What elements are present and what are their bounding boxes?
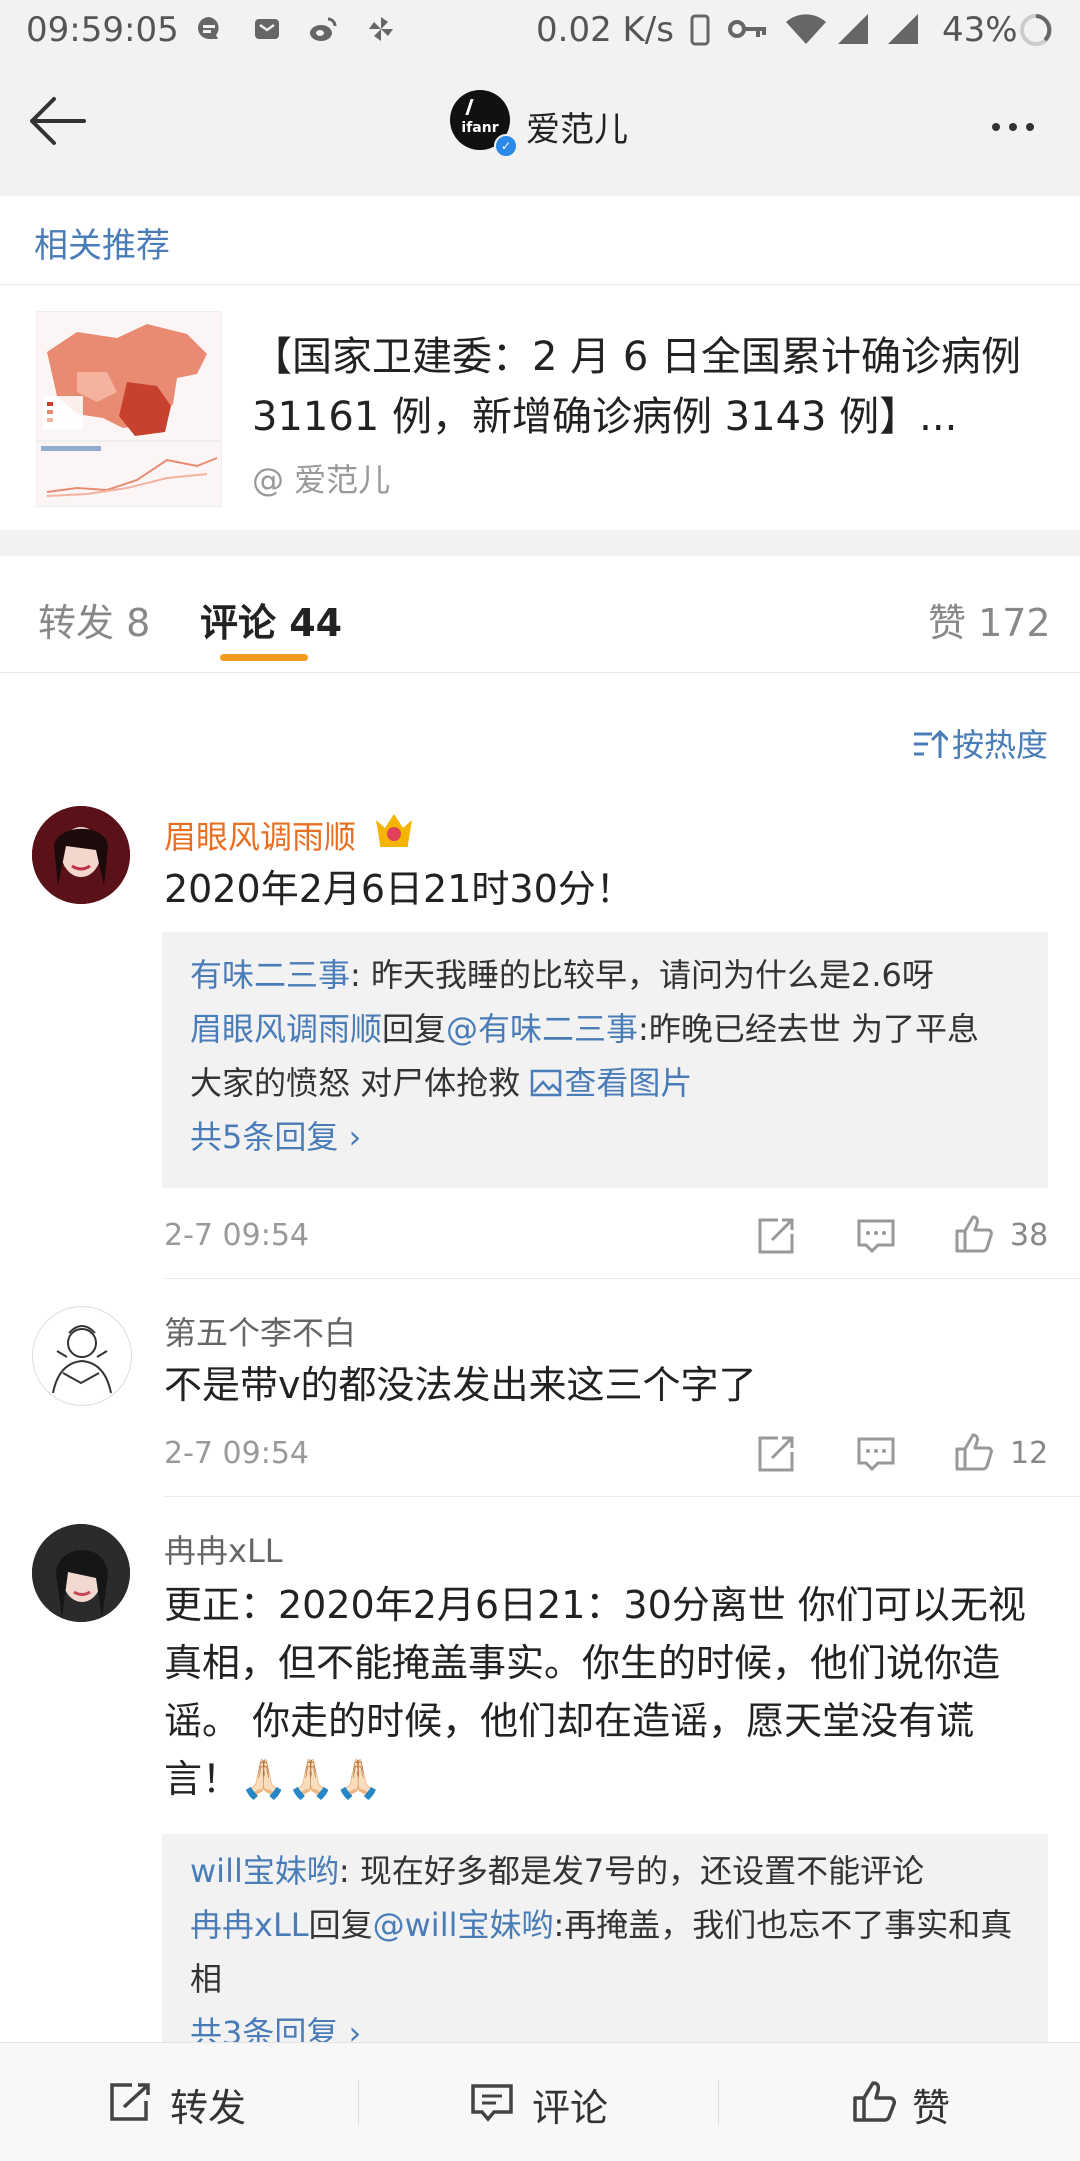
reply-icon[interactable] [856, 1216, 896, 1256]
tab-likes[interactable]: 赞 172 [928, 592, 1051, 647]
comment-icon [471, 2084, 513, 2122]
comment-divider [164, 1496, 1080, 1497]
phone-icon [690, 14, 710, 46]
like-count: 12 [1010, 1436, 1049, 1471]
sort-icon [914, 729, 948, 758]
mention-link[interactable]: @有味二三事 [446, 1010, 638, 1048]
reply-text: : 现在好多都是发7号的，还设置不能评论 [338, 1852, 925, 1890]
wifi-icon [786, 14, 826, 44]
repost-button[interactable]: 转发 [108, 2043, 358, 2161]
related-section-title: 相关推荐 [34, 226, 170, 266]
like-icon[interactable] [954, 1214, 994, 1254]
article-thumbnail [36, 311, 222, 507]
mail-icon [255, 19, 279, 39]
reply-author-link[interactable]: will宝妹哟 [190, 1852, 339, 1890]
like-button[interactable]: 赞 [852, 2043, 1052, 2161]
reply-item: 冉冉xLL回复@will宝妹哟:再掩盖，我们也忘不了事实和真相 [190, 1898, 1030, 2006]
reply-icon[interactable] [856, 1434, 896, 1474]
vip-crown-icon [376, 814, 412, 847]
bar-separator [718, 2079, 719, 2125]
key-icon [728, 20, 766, 38]
status-time: 09:59:05 [26, 10, 179, 50]
share-icon[interactable] [756, 1434, 796, 1474]
comment-label: 评论 [532, 2086, 609, 2130]
reply-count-label: 共3条回复 [190, 2014, 339, 2042]
comment-timestamp: 2-7 09:54 [164, 1218, 309, 1253]
commenter-name[interactable]: 第五个李不白 [164, 1308, 356, 1354]
battery-level: 43% [942, 10, 1018, 50]
bottom-action-bar: 转发 评论 赞 [0, 2042, 1080, 2161]
top-nav-bar: ifanr ✓ 爱范儿 [0, 64, 1080, 179]
thumbs-up-icon [853, 2081, 896, 2122]
commenter-avatar[interactable] [32, 806, 130, 904]
view-all-replies-link[interactable]: 共5条回复 › [190, 1110, 361, 1164]
reply-preview-box[interactable]: will宝妹哟: 现在好多都是发7号的，还设置不能评论 冉冉xLL回复@will… [162, 1834, 1048, 2042]
view-image-label: 查看图片 [564, 1064, 693, 1102]
reply-author-link[interactable]: 眉眼风调雨顺 [190, 1010, 382, 1048]
verified-badge-icon: ✓ [494, 134, 518, 158]
active-tab-indicator [220, 654, 308, 661]
image-icon [531, 1069, 562, 1097]
reply-author-link[interactable]: 有味二三事 [190, 956, 350, 994]
back-arrow-icon[interactable] [26, 92, 88, 150]
like-icon[interactable] [954, 1432, 994, 1472]
share-icon[interactable] [756, 1216, 796, 1256]
interaction-tabs: 转发 8 评论 44 赞 172 [0, 556, 1080, 673]
reply-keyword: 回复 [382, 1010, 447, 1048]
reply-count-label: 共5条回复 [190, 1118, 339, 1156]
bar-separator [358, 2079, 359, 2125]
network-speed: 0.02 K/s [536, 10, 674, 50]
china-map-image [37, 324, 221, 497]
battery-ring-icon [1020, 14, 1052, 46]
related-article-title: 【国家卫建委：2 月 6 日全国累计确诊病例 31161 例，新增确诊病例 31… [252, 334, 1022, 440]
signal-icon-1 [838, 14, 868, 44]
reply-text: : 昨天我睡的比较早，请问为什么是2.6呀 [350, 956, 934, 994]
tab-repost[interactable]: 转发 8 [38, 592, 150, 647]
account-name[interactable]: 爱范儿 [526, 102, 628, 151]
repost-label: 转发 [170, 2086, 247, 2130]
comment-text: 更正：2020年2月6日21：30分离世 你们可以无视真相，但不能掩盖事实。你生… [164, 1583, 1026, 1801]
tab-comments[interactable]: 评论 44 [200, 592, 342, 647]
reply-item: will宝妹哟: 现在好多都是发7号的，还设置不能评论 [190, 1844, 1030, 1898]
more-options-icon[interactable] [992, 116, 1043, 135]
view-all-replies-link[interactable]: 共3条回复 › [190, 2006, 361, 2042]
weibo-icon [310, 17, 337, 41]
sort-label: 按热度 [952, 726, 1049, 764]
pinwheel-icon [369, 17, 393, 41]
commenter-avatar[interactable] [32, 1524, 130, 1622]
section-gap [0, 530, 1080, 556]
reply-preview-box[interactable]: 有味二三事: 昨天我睡的比较早，请问为什么是2.6呀 眉眼风调雨顺回复@有味二三… [162, 932, 1048, 1188]
related-section-header: 相关推荐 [0, 196, 1080, 285]
commenter-name[interactable]: 眉眼风调雨顺 [164, 812, 356, 858]
repost-icon [110, 2083, 150, 2121]
message-icon [198, 17, 219, 39]
reply-item: 眉眼风调雨顺回复@有味二三事:昨晚已经去世 为了平息大家的愤怒 对尸体抢救 查看… [190, 1002, 1010, 1110]
reply-author-link[interactable]: 冉冉xLL [190, 1906, 309, 1944]
comment-text: 2020年2月6日21时30分！ [164, 867, 634, 911]
reply-keyword: 回复 [308, 1906, 373, 1944]
commenter-name[interactable]: 冉冉xLL [164, 1526, 283, 1572]
comment-divider [164, 1278, 1080, 1279]
comment-text: 不是带v的都没法发出来这三个字了 [164, 1363, 757, 1407]
related-article-card[interactable]: 【国家卫建委：2 月 6 日全国累计确诊病例 31161 例，新增确诊病例 31… [0, 285, 1080, 530]
related-article-author: @ 爱范儿 [252, 461, 391, 499]
status-bar: 09:59:05 0.02 K/s 43% [0, 0, 1080, 64]
section-gap [0, 178, 1080, 196]
like-count: 38 [1010, 1218, 1049, 1253]
signal-icon-2 [888, 14, 918, 44]
view-image-link[interactable]: 查看图片 [530, 1064, 692, 1102]
like-label: 赞 [912, 2086, 951, 2130]
comment-button[interactable]: 评论 [470, 2043, 720, 2161]
comment-timestamp: 2-7 09:54 [164, 1436, 309, 1471]
commenter-avatar[interactable] [32, 1306, 132, 1406]
reply-item: 有味二三事: 昨天我睡的比较早，请问为什么是2.6呀 [190, 948, 1030, 1002]
avatar-label: ifanr [461, 120, 499, 136]
mention-link[interactable]: @will宝妹哟 [373, 1906, 554, 1944]
